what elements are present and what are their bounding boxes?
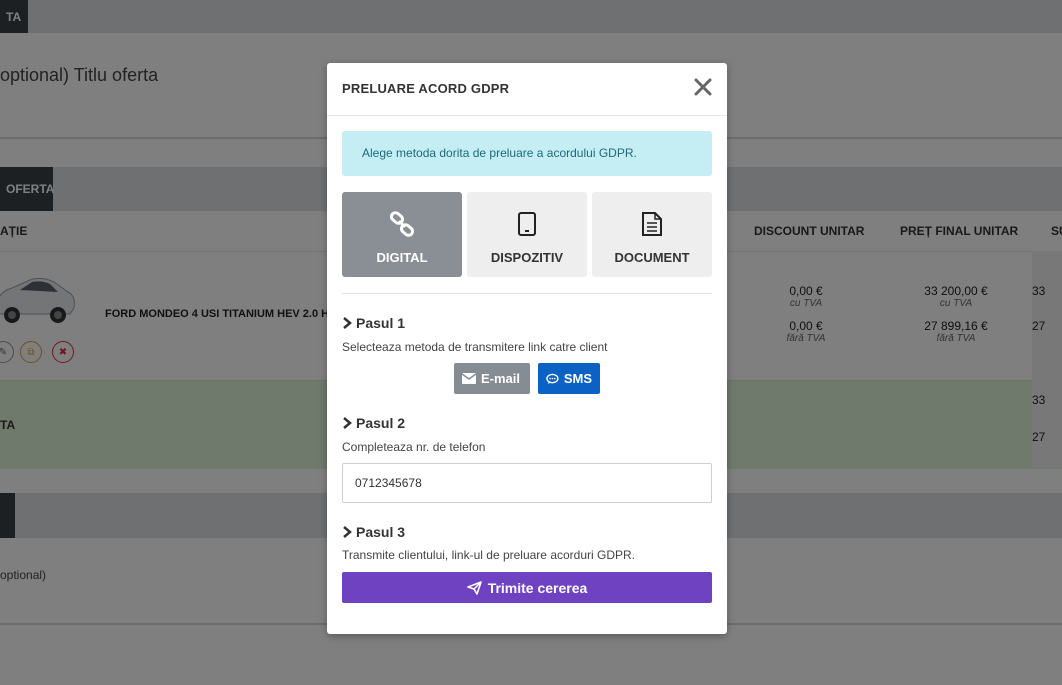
method-device[interactable]: DISPOZITIV: [467, 192, 587, 277]
step3-title-text: Pasul 3: [356, 524, 406, 540]
method-device-label: DISPOZITIV: [490, 250, 564, 265]
step2-title: Pasul 2: [342, 415, 405, 431]
phone-input[interactable]: [342, 463, 712, 503]
chevron-right-icon: [343, 317, 352, 329]
step1-desc: Selecteaza metoda de transmitere link ca…: [342, 340, 608, 354]
method-document[interactable]: DOCUMENT: [592, 192, 712, 277]
method-selector: DIGITAL DISPOZITIV DOCUMENT: [342, 192, 712, 277]
gdpr-modal: PRELUARE ACORD GDPR Alege metoda dorita …: [327, 63, 727, 634]
link-icon: [388, 210, 416, 238]
info-alert: Alege metoda dorita de preluare a acordu…: [342, 131, 712, 176]
method-document-label: DOCUMENT: [614, 250, 690, 265]
email-button[interactable]: E-mail: [454, 363, 530, 394]
close-button[interactable]: [691, 75, 715, 99]
modal-title: PRELUARE ACORD GDPR: [342, 81, 510, 96]
step2-desc: Completeaza nr. de telefon: [342, 440, 486, 454]
modal-divider: [342, 293, 712, 294]
envelope-icon: [462, 373, 476, 384]
close-icon: [694, 78, 712, 96]
chevron-right-icon: [343, 417, 352, 429]
step2-title-text: Pasul 2: [356, 415, 406, 431]
send-request-label: Trimite cererea: [487, 579, 588, 596]
chat-icon: [546, 373, 559, 384]
method-digital-label: DIGITAL: [376, 250, 428, 265]
document-icon: [638, 210, 666, 238]
step3-title: Pasul 3: [342, 524, 405, 540]
modal-header: PRELUARE ACORD GDPR: [327, 63, 727, 116]
channel-buttons: E-mail SMS: [454, 363, 600, 394]
send-request-button[interactable]: Trimite cererea: [342, 572, 712, 603]
paper-plane-icon: [466, 580, 482, 595]
step1-title-text: Pasul 1: [356, 315, 406, 331]
chevron-right-icon: [343, 526, 352, 538]
method-digital[interactable]: DIGITAL: [342, 192, 462, 277]
email-button-label: E-mail: [481, 371, 521, 386]
sms-button-label: SMS: [563, 371, 592, 386]
step3-desc: Transmite clientului, link-ul de preluar…: [342, 548, 636, 562]
sms-button[interactable]: SMS: [538, 363, 600, 394]
step1-title: Pasul 1: [342, 315, 405, 331]
tablet-icon: [513, 210, 541, 238]
